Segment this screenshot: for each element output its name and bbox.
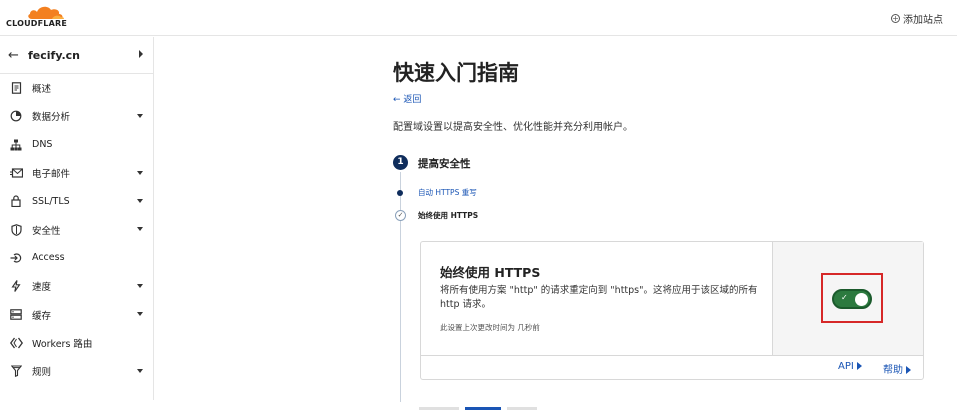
sidebar-item-ssl-tls[interactable]: SSL/TLS [0,187,153,215]
bottom-buttons-edge [419,395,539,410]
caret-down-icon [137,312,143,317]
toggle-knob [855,293,868,306]
add-site-button[interactable]: + 添加站点 [891,11,943,26]
caret-down-icon [137,368,143,373]
shield-icon [9,223,23,237]
sidebar-item-label: 概述 [32,84,52,96]
sidebar: ← fecify.cn 概述 数据分析 DNS 电子邮件 SSL/TLS 安全性… [0,37,154,400]
page-description: 配置域设置以提高安全性、优化性能并充分利用帐户。 [393,122,633,133]
lock-icon [9,194,23,208]
sidebar-item-label: Workers 路由 [32,338,93,350]
domain-selector[interactable]: ← fecify.cn [0,37,153,74]
access-icon [9,251,23,265]
sidebar-item-label: 缓存 [32,310,52,322]
step-timeline-line [400,172,401,402]
sidebar-item-email[interactable]: 电子邮件 [0,159,153,187]
page-title: 快速入门指南 [393,61,519,85]
api-link-label: API [838,361,854,372]
help-link[interactable]: 帮助 [883,361,911,376]
caret-down-icon [137,170,143,175]
sidebar-item-access[interactable]: Access [0,244,153,272]
clock-chart-icon [9,109,23,123]
always-use-https-toggle[interactable]: ✓ [832,289,872,309]
triangle-right-icon [856,362,862,370]
document-icon [9,81,23,95]
plus-circle-icon: + [891,14,900,23]
sidebar-item-workers-routes[interactable]: Workers 路由 [0,329,153,357]
triangle-right-icon [906,366,911,374]
sidebar-item-analytics[interactable]: 数据分析 [0,102,153,130]
sidebar-item-label: SSL/TLS [32,195,70,207]
step-number-badge: 1 [393,155,408,170]
sidebar-item-dns[interactable]: DNS [0,131,153,159]
substep-always-use-https[interactable]: 始终使用 HTTPS [418,210,478,221]
sidebar-item-overview[interactable]: 概述 [0,74,153,102]
highlight-box: ✓ [821,273,883,323]
sidebar-item-label: 电子邮件 [32,169,71,181]
sidebar-item-label: DNS [32,139,53,151]
domain-name: fecify.cn [28,48,81,62]
network-icon [9,138,23,152]
sidebar-item-rules[interactable]: 规则 [0,357,153,385]
setting-description: 将所有使用方案 "http" 的请求重定向到 "https"。这将应用于该区域的… [440,285,758,310]
step-title: 提高安全性 [418,158,471,170]
funnel-icon [9,364,23,378]
main-content: 快速入门指南 ← 返回 配置域设置以提高安全性、优化性能并充分利用帐户。 1 提… [155,37,957,410]
substep-check-icon: ✓ [395,210,406,221]
arrow-left-icon: ← [393,95,401,105]
lightning-icon [9,279,23,293]
caret-down-icon [137,199,143,204]
sidebar-item-speed[interactable]: 速度 [0,272,153,300]
substep-auto-https-rewrites[interactable]: 自动 HTTPS 重写 [418,187,477,198]
caret-down-icon [137,284,143,289]
workers-icon [9,336,23,350]
cloud-logo-icon [28,6,65,20]
sidebar-item-caching[interactable]: 缓存 [0,300,153,328]
substep-dot-icon [397,190,403,196]
setting-title: 始终使用 HTTPS [440,265,541,280]
setting-card: 始终使用 HTTPS 将所有使用方案 "http" 的请求重定向到 "https… [420,241,924,380]
setting-card-footer: API 帮助 [421,355,923,379]
top-bar: CLOUDFLARE + 添加站点 [0,0,957,36]
caret-down-icon [137,227,143,232]
caret-down-icon [137,114,143,119]
sidebar-item-label: 安全性 [32,225,61,237]
back-link[interactable]: ← 返回 [393,92,421,105]
setting-last-changed: 此设置上次更改时间为 几秒前 [440,323,540,332]
cloudflare-logo[interactable]: CLOUDFLARE [6,4,76,32]
mail-icon [9,166,23,180]
caret-right-icon [139,50,143,58]
sidebar-item-label: 速度 [32,282,52,294]
sidebar-item-label: Access [32,252,65,264]
sidebar-item-label: 规则 [32,367,52,379]
sidebar-item-label: 数据分析 [32,112,71,124]
sidebar-item-security[interactable]: 安全性 [0,215,153,243]
back-link-label: 返回 [403,95,422,105]
arrow-left-icon[interactable]: ← [8,48,28,63]
add-site-label: 添加站点 [903,15,943,26]
help-link-label: 帮助 [883,365,903,376]
api-link[interactable]: API [838,361,862,372]
server-icon [9,308,23,322]
logo-text: CLOUDFLARE [6,19,67,28]
check-icon: ✓ [841,293,848,302]
setting-card-info: 始终使用 HTTPS 将所有使用方案 "http" 的请求重定向到 "https… [421,242,773,355]
setting-card-control: ✓ [773,242,923,355]
